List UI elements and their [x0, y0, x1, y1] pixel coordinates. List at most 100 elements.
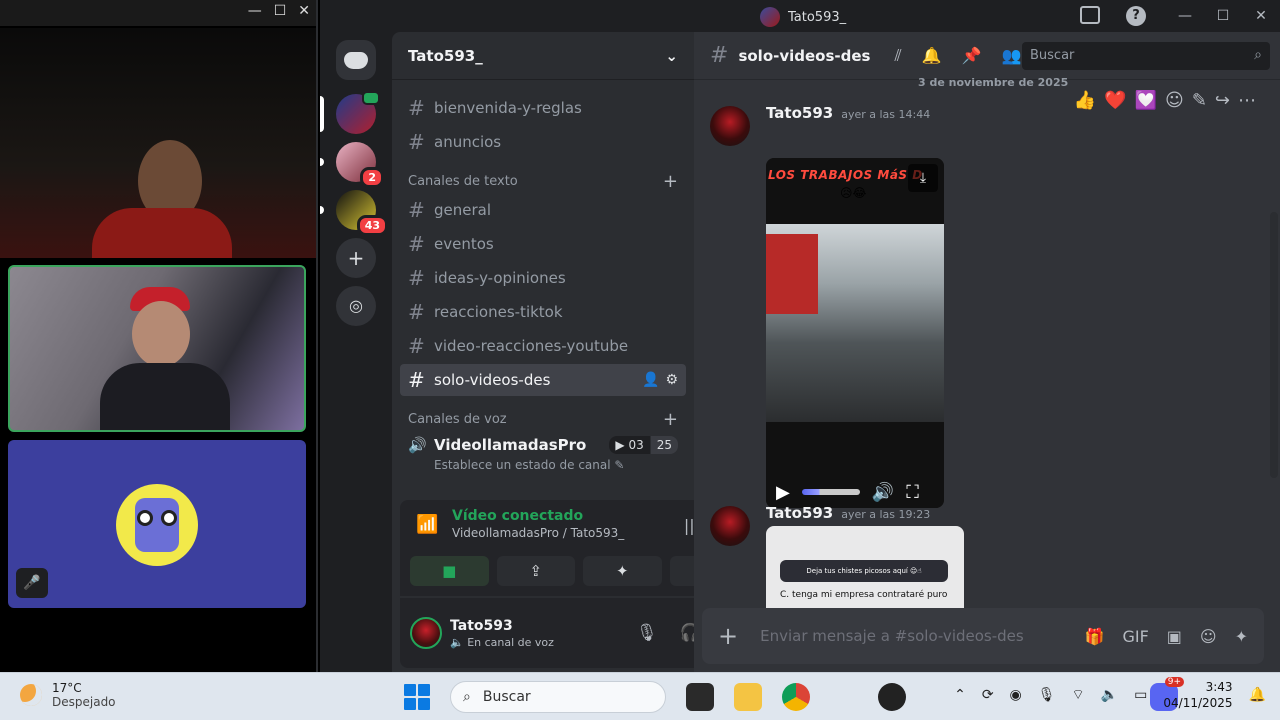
weather-widget[interactable]: 17°C Despejado: [20, 681, 116, 709]
avatar[interactable]: [710, 506, 750, 546]
channel-anuncios[interactable]: # anuncios: [400, 126, 686, 158]
composer-placeholder[interactable]: Enviar mensaje a #solo-videos-des: [760, 627, 1024, 645]
maximize-button[interactable]: ☐: [274, 3, 287, 19]
channel-ideas[interactable]: # ideas-y-opiniones: [400, 262, 686, 294]
hash-icon: #: [408, 232, 425, 256]
add-channel-icon[interactable]: +: [663, 409, 678, 430]
close-button[interactable]: ✕: [298, 3, 310, 19]
signal-icon[interactable]: 📶: [416, 514, 438, 535]
video-tile-camera-2[interactable]: [8, 265, 306, 432]
call-window: — ☐ ✕ 🎤: [0, 0, 318, 672]
home-button[interactable]: [336, 40, 376, 80]
battery-icon[interactable]: ▭: [1134, 687, 1147, 703]
scrollbar[interactable]: [1270, 212, 1278, 478]
gift-icon[interactable]: 🎁: [1085, 627, 1105, 646]
forward-icon[interactable]: ↪: [1215, 90, 1230, 111]
microphone-icon[interactable]: 🎙: [1038, 687, 1056, 703]
reaction-thumbs-up[interactable]: 👍: [1074, 90, 1096, 111]
user-name[interactable]: Tato593: [450, 618, 554, 634]
video-attachment[interactable]: LOS TRABAJOS MáS D 😥😂 ⤓ ▶ 🔊 ⛶: [766, 158, 944, 508]
file-explorer-app[interactable]: [686, 683, 714, 711]
obs-app[interactable]: [878, 683, 906, 711]
hash-icon: #: [408, 300, 425, 324]
eye-icon[interactable]: ◉: [1010, 687, 1022, 703]
sticker-icon[interactable]: ▣: [1167, 627, 1182, 646]
avatar[interactable]: [410, 617, 442, 649]
message-author[interactable]: Tato593: [766, 504, 833, 522]
server-icon-2[interactable]: 2: [336, 142, 384, 188]
video-tile-avatar[interactable]: 🎤: [8, 440, 306, 608]
microphone-icon[interactable]: 🎙: [636, 623, 658, 643]
more-icon[interactable]: ⋯: [1238, 90, 1256, 111]
channel-solo-videos[interactable]: # solo-videos-des 👤 ⚙: [400, 364, 686, 396]
add-channel-icon[interactable]: +: [663, 171, 678, 192]
search-input[interactable]: Buscar ⌕: [1022, 42, 1270, 70]
activities-button[interactable]: ✦: [583, 556, 662, 586]
screen-share-button[interactable]: ⇪: [496, 556, 575, 586]
category-text[interactable]: Canales de texto +: [400, 160, 686, 192]
channel-eventos[interactable]: # eventos: [400, 228, 686, 260]
members-icon[interactable]: 👥: [1001, 46, 1021, 66]
threads-icon[interactable]: ⫽: [894, 46, 901, 66]
avatar[interactable]: [710, 106, 750, 146]
minimize-button[interactable]: —: [248, 3, 262, 19]
server-icon-3[interactable]: 43: [336, 190, 388, 236]
channel-label: eventos: [434, 235, 494, 253]
user-avatar: [116, 484, 198, 566]
camera-button[interactable]: ■: [410, 556, 489, 586]
channel-video-reacciones[interactable]: # video-reacciones-youtube: [400, 330, 686, 362]
voice-channel[interactable]: 🔊 VideollamadasPro ▶ 03 25 Establece un …: [400, 432, 686, 472]
reaction-heart[interactable]: ❤️: [1104, 90, 1126, 111]
video-tile-camera-1[interactable]: [0, 28, 316, 258]
category-voice[interactable]: Canales de voz +: [400, 398, 686, 430]
guild-header[interactable]: Tato593_ ⌄: [392, 32, 694, 80]
upload-plus-icon[interactable]: +: [718, 622, 738, 650]
weather-temp: 17°C: [52, 681, 82, 695]
chat-area: # solo-videos-des ⫽ 🔔 📌 👥 Buscar ⌕ 3 de …: [694, 32, 1280, 672]
explore-icon[interactable]: ◎: [336, 286, 376, 326]
category-label: Canales de voz: [408, 411, 507, 427]
channel-bienvenida[interactable]: # bienvenida-y-reglas: [400, 92, 686, 124]
emoji-icon[interactable]: ☺: [1200, 627, 1217, 646]
channel-reacciones-tiktok[interactable]: # reacciones-tiktok: [400, 296, 686, 328]
pin-icon[interactable]: 📌: [962, 46, 982, 66]
message-composer[interactable]: + Enviar mensaje a #solo-videos-des 🎁 GI…: [702, 608, 1264, 664]
bell-icon[interactable]: 🔔: [922, 46, 942, 66]
minimize-button[interactable]: —: [1166, 8, 1204, 24]
clock[interactable]: 3:43 04/11/2025: [1163, 679, 1232, 711]
channel-general[interactable]: # general: [400, 194, 686, 226]
notifications-icon[interactable]: 🔔: [1249, 687, 1266, 703]
volume-icon[interactable]: 🔊: [872, 482, 894, 503]
gear-icon[interactable]: ⚙: [665, 372, 678, 388]
inbox-icon[interactable]: [1080, 6, 1100, 24]
sync-icon[interactable]: ⟳: [982, 687, 994, 703]
taskbar-search[interactable]: ⌕ Buscar: [450, 681, 666, 713]
close-button[interactable]: ✕: [1242, 8, 1280, 24]
download-icon[interactable]: ⤓: [908, 164, 938, 192]
add-server-button[interactable]: +: [336, 238, 376, 278]
set-status-link[interactable]: Establece un estado de canal ✎: [434, 458, 678, 472]
message-author[interactable]: Tato593: [766, 104, 833, 122]
video-progress-bar[interactable]: [801, 489, 860, 495]
fullscreen-icon[interactable]: ⛶: [906, 482, 919, 503]
edit-icon[interactable]: ✎: [1192, 90, 1207, 111]
wifi-icon[interactable]: ⌔: [1072, 686, 1085, 704]
reaction-heart-decoration[interactable]: 💟: [1135, 90, 1157, 111]
play-icon[interactable]: ▶: [776, 482, 790, 503]
chrome-app[interactable]: [782, 683, 810, 711]
volume-icon[interactable]: 🔈: [1101, 687, 1118, 703]
add-reaction-icon[interactable]: ☺: [1165, 90, 1184, 111]
folder-app[interactable]: [734, 683, 762, 711]
help-icon[interactable]: ?: [1126, 6, 1146, 26]
chevron-up-icon[interactable]: ⌃: [954, 687, 966, 703]
image-attachment[interactable]: Deja tus chistes picosos aquí 😌☝ C. teng…: [766, 526, 964, 608]
channel-title: solo-videos-des: [738, 46, 871, 65]
chevron-down-icon: ⌄: [665, 46, 678, 65]
maximize-button[interactable]: ☐: [1204, 8, 1242, 24]
invite-icon[interactable]: 👤: [642, 372, 659, 388]
start-button[interactable]: [404, 684, 430, 710]
gif-icon[interactable]: GIF: [1122, 627, 1148, 646]
video-emojis: 😥😂: [840, 186, 867, 200]
apps-icon[interactable]: ✦: [1235, 627, 1248, 646]
server-icon-tato[interactable]: [336, 91, 380, 134]
